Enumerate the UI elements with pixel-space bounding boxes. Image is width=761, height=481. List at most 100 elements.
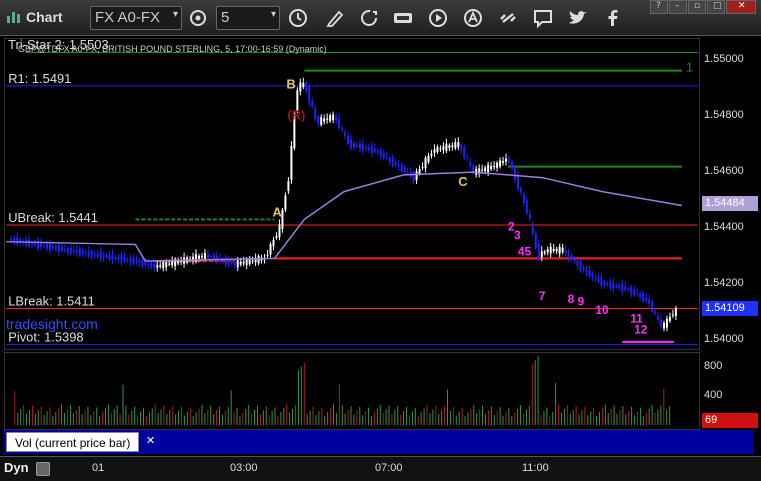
scroll-icon[interactable]	[36, 462, 50, 476]
candle-body	[522, 194, 525, 203]
help-button[interactable]: ?	[650, 0, 668, 14]
candle-body	[660, 319, 662, 328]
candle-body	[135, 260, 138, 262]
app-title: Chart	[26, 9, 63, 25]
facebook-button[interactable]	[600, 6, 626, 30]
twitter-icon	[569, 11, 587, 24]
candle-body	[233, 260, 236, 267]
close-button[interactable]: ✕	[726, 0, 756, 14]
candle-body	[266, 255, 269, 257]
candle-body	[367, 146, 370, 150]
count-label: 9	[578, 295, 585, 309]
candle-body	[424, 157, 427, 169]
green-marker: 1	[686, 59, 693, 74]
restore-button[interactable]: ▫	[688, 0, 706, 14]
pencil-icon	[326, 10, 344, 27]
candle-body	[248, 258, 251, 264]
candle-body	[448, 145, 451, 149]
refresh-icon	[361, 10, 377, 26]
volume-legend[interactable]: Vol (current price bar)	[6, 432, 140, 452]
candle-body	[209, 256, 212, 258]
candle-body	[612, 282, 615, 289]
candle-body	[603, 281, 606, 285]
candle-body	[540, 251, 543, 258]
maximize-button[interactable]: □	[707, 0, 725, 14]
candle-body	[373, 148, 376, 152]
candle-body	[400, 164, 403, 172]
volume-axis: 800 400 69	[700, 352, 760, 430]
price-tick-label: 1.54000	[704, 333, 744, 345]
dynamic-label[interactable]: Dyn	[4, 460, 29, 475]
link-icon	[500, 13, 516, 23]
clock-button[interactable]	[285, 6, 311, 30]
get-button[interactable]	[390, 6, 416, 30]
candle-body	[66, 247, 69, 253]
candle-body	[621, 283, 624, 292]
count-label: 10	[595, 303, 609, 317]
price-tick-label: 1.54600	[704, 165, 744, 177]
close-icon[interactable]: ✕	[146, 434, 156, 447]
candle-body	[290, 146, 293, 180]
candle-body	[10, 238, 13, 241]
candle-body	[394, 162, 397, 165]
candle-body	[352, 143, 355, 147]
minimize-icon: –	[675, 1, 680, 11]
candle-body	[430, 153, 433, 156]
volume-chart[interactable]	[4, 352, 700, 430]
candle-body	[42, 245, 45, 247]
candle-body	[102, 253, 105, 258]
candle-body	[651, 301, 654, 312]
candle-body	[96, 253, 99, 257]
price-tick-label: 1.55000	[704, 53, 744, 65]
candle-body	[239, 261, 242, 265]
candle-body	[93, 253, 96, 256]
candle-body	[499, 160, 502, 167]
refresh-button[interactable]	[356, 6, 382, 30]
count-label: 3	[514, 228, 521, 242]
price-tick-label: 1.54400	[704, 221, 744, 233]
candle-body	[341, 127, 344, 130]
candle-body	[505, 158, 507, 162]
candle-body	[639, 293, 642, 298]
chat-icon	[534, 10, 552, 29]
candle-body	[487, 164, 490, 173]
symbol-select[interactable]: FX A0-FX ▾	[90, 6, 182, 30]
link-button[interactable]	[495, 6, 521, 30]
alert-button[interactable]	[460, 6, 486, 30]
candle-body	[576, 260, 579, 266]
settings-button[interactable]	[185, 6, 211, 30]
candle-body	[433, 149, 436, 154]
candle-body	[519, 188, 522, 193]
candle-body	[338, 117, 341, 128]
chat-button[interactable]	[530, 6, 556, 30]
candle-body	[585, 270, 588, 273]
candle-body	[496, 162, 499, 168]
candle-body	[305, 82, 308, 91]
candle-body	[439, 148, 442, 150]
candle-body	[469, 162, 472, 166]
minimize-button[interactable]: –	[669, 0, 687, 14]
candle-body	[171, 261, 174, 266]
candle-body	[549, 246, 552, 254]
candle-body	[579, 261, 582, 271]
price-chart[interactable]: R1: 1.5491UBreak: 1.5441LBreak: 1.5411Pi…	[4, 38, 700, 350]
candle-body	[552, 248, 555, 252]
candle-body	[385, 157, 388, 159]
candle-body	[537, 243, 540, 259]
clock-icon	[289, 9, 307, 27]
chevron-down-icon: ▾	[270, 9, 276, 20]
candle-body	[129, 257, 132, 263]
candle-body	[442, 146, 445, 150]
candle-body	[493, 166, 496, 168]
candle-body	[40, 243, 42, 248]
candle-body	[516, 174, 519, 190]
draw-button[interactable]	[322, 6, 348, 30]
play-button[interactable]	[425, 6, 451, 30]
candle-body	[636, 293, 639, 295]
twitter-button[interactable]	[565, 6, 591, 30]
interval-select[interactable]: 5 ▾	[216, 6, 280, 30]
time-label-1100: 11:00	[522, 462, 549, 474]
candle-body	[674, 307, 677, 316]
candle-body	[588, 270, 591, 277]
candle-body	[510, 162, 513, 169]
